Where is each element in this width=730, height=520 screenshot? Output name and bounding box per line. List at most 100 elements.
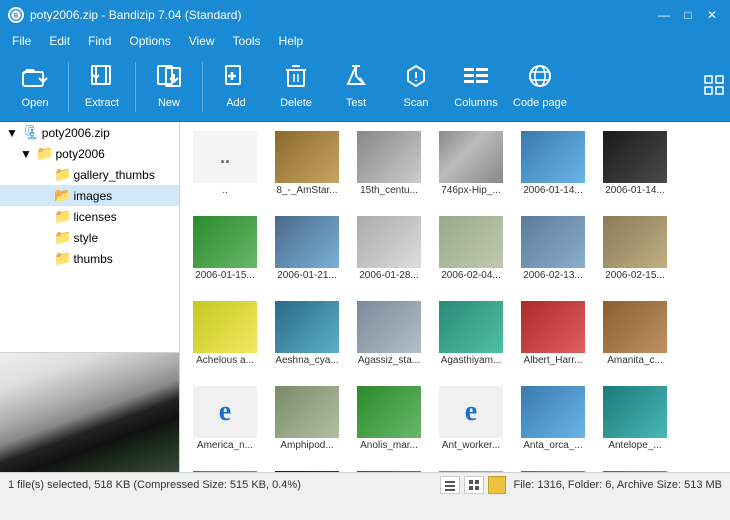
file-thumb: .. [193, 131, 257, 183]
file-item-26[interactable]: Apis_mellif... [348, 466, 430, 472]
columns-label: Columns [454, 97, 497, 109]
main-area: ▼ 🗜 poty2006.zip ▼ 📁 poty2006 📁 gallery_… [0, 122, 730, 472]
file-item-6[interactable]: 2006-01-15... [184, 211, 266, 296]
file-item-20[interactable]: Anolis_mar... [348, 381, 430, 466]
file-name-18: America_n... [197, 440, 253, 451]
preview-image [0, 353, 179, 472]
menu-find[interactable]: Find [80, 32, 119, 50]
file-item-3[interactable]: 746px-Hip_... [430, 126, 512, 211]
menu-file[interactable]: File [4, 32, 39, 50]
tree-label-thumbs: thumbs [73, 252, 112, 266]
file-item-18[interactable]: e America_n... [184, 381, 266, 466]
file-item-27[interactable]: Astronotus... [430, 466, 512, 472]
add-icon [222, 64, 250, 93]
maximize-button[interactable]: □ [678, 5, 698, 25]
file-item-8[interactable]: 2006-01-28... [348, 211, 430, 296]
menubar: File Edit Find Options View Tools Help [0, 30, 730, 52]
left-panel: ▼ 🗜 poty2006.zip ▼ 📁 poty2006 📁 gallery_… [0, 122, 180, 472]
file-thumb-26 [357, 471, 421, 472]
file-item-2[interactable]: 15th_centu... [348, 126, 430, 211]
file-thumb-22 [521, 386, 585, 438]
spacer-4 [36, 230, 52, 246]
file-name-20: Anolis_mar... [360, 440, 418, 451]
file-thumb-17 [603, 301, 667, 353]
grid-view-icon[interactable] [704, 75, 724, 98]
open-label: Open [22, 97, 49, 109]
file-item-28[interactable]: Athabasca_... [512, 466, 594, 472]
extract-icon [88, 64, 116, 93]
tree-item-licenses[interactable]: 📁 licenses [0, 206, 179, 227]
codepage-button[interactable]: Code page [507, 57, 573, 117]
scan-icon [402, 64, 430, 93]
file-item-1[interactable]: 8_-_AmStar... [266, 126, 348, 211]
menu-view[interactable]: View [181, 32, 223, 50]
file-name-3: 746px-Hip_... [441, 185, 500, 196]
file-thumb-18: e [193, 386, 257, 438]
file-item-parent[interactable]: .. .. [184, 126, 266, 211]
tree-label-style: style [73, 231, 98, 245]
file-item-9[interactable]: 2006-02-04... [430, 211, 512, 296]
file-item-23[interactable]: Antelope_... [594, 381, 676, 466]
preview-panel [0, 352, 179, 472]
file-item-22[interactable]: Anta_orca_... [512, 381, 594, 466]
file-thumb-13 [275, 301, 339, 353]
file-item-7[interactable]: 2006-01-21... [266, 211, 348, 296]
file-item-19[interactable]: Amphipod... [266, 381, 348, 466]
file-name-12: Achelous a... [196, 355, 254, 366]
columns-icon [462, 64, 490, 93]
file-thumb-27 [439, 471, 503, 472]
new-button[interactable]: New [140, 57, 198, 117]
statusbar-left-text: 1 file(s) selected, 518 KB (Compressed S… [8, 479, 432, 491]
file-thumb-5 [603, 131, 667, 183]
titlebar: B poty2006.zip - Bandizip 7.04 (Standard… [0, 0, 730, 30]
svg-text:B: B [14, 14, 19, 20]
menu-help[interactable]: Help [271, 32, 312, 50]
file-item-16[interactable]: Albert_Harr... [512, 296, 594, 381]
extract-button[interactable]: Extract [73, 57, 131, 117]
list-view-button[interactable] [440, 476, 460, 494]
open-button[interactable]: Open [6, 57, 64, 117]
file-item-25[interactable]: Anvil_shap... [266, 466, 348, 472]
tree-item-images[interactable]: 📂 images [0, 185, 179, 206]
tree-item-root[interactable]: ▼ 🗜 poty2006.zip [0, 122, 179, 143]
add-button[interactable]: Add [207, 57, 265, 117]
file-item-24[interactable]: Anthomyii... [184, 466, 266, 472]
tree-item-thumbs[interactable]: 📁 thumbs [0, 248, 179, 269]
file-name-19: Amphipod... [280, 440, 333, 451]
file-item-13[interactable]: Aeshna_cya... [266, 296, 348, 381]
delete-button[interactable]: Delete [267, 57, 325, 117]
file-name-8: 2006-01-28... [359, 270, 419, 281]
separator-1 [68, 62, 69, 112]
close-button[interactable]: ✕ [702, 5, 722, 25]
file-item-12[interactable]: Achelous a... [184, 296, 266, 381]
menu-tools[interactable]: Tools [225, 32, 269, 50]
file-thumb-21: e [439, 386, 503, 438]
separator-3 [202, 62, 203, 112]
file-item-4[interactable]: 2006-01-14... [512, 126, 594, 211]
file-item-14[interactable]: Agassiz_sta... [348, 296, 430, 381]
file-thumb-3 [439, 131, 503, 183]
file-thumb-29 [603, 471, 667, 472]
tree-item-poty2006[interactable]: ▼ 📁 poty2006 [0, 143, 179, 164]
scan-button[interactable]: Scan [387, 57, 445, 117]
menu-edit[interactable]: Edit [41, 32, 78, 50]
minimize-button[interactable]: — [654, 5, 674, 25]
tree-item-style[interactable]: 📁 style [0, 227, 179, 248]
test-button[interactable]: Test [327, 57, 385, 117]
grid-view-button[interactable] [464, 476, 484, 494]
tree-label-images: images [73, 189, 112, 203]
file-item-15[interactable]: Agasthiyam... [430, 296, 512, 381]
file-item-5[interactable]: 2006-01-14... [594, 126, 676, 211]
file-name-5: 2006-01-14... [605, 185, 665, 196]
file-item-21[interactable]: e Ant_worker... [430, 381, 512, 466]
file-thumb-20 [357, 386, 421, 438]
tree-item-gallery[interactable]: 📁 gallery_thumbs [0, 164, 179, 185]
columns-button[interactable]: Columns [447, 57, 505, 117]
file-name-9: 2006-02-04... [441, 270, 501, 281]
file-item-11[interactable]: 2006-02-15... [594, 211, 676, 296]
file-item-10[interactable]: 2006-02-13... [512, 211, 594, 296]
file-item-17[interactable]: Amanita_c... [594, 296, 676, 381]
file-name-21: Ant_worker... [442, 440, 500, 451]
file-item-29[interactable]: Austria_Bu... [594, 466, 676, 472]
menu-options[interactable]: Options [121, 32, 178, 50]
